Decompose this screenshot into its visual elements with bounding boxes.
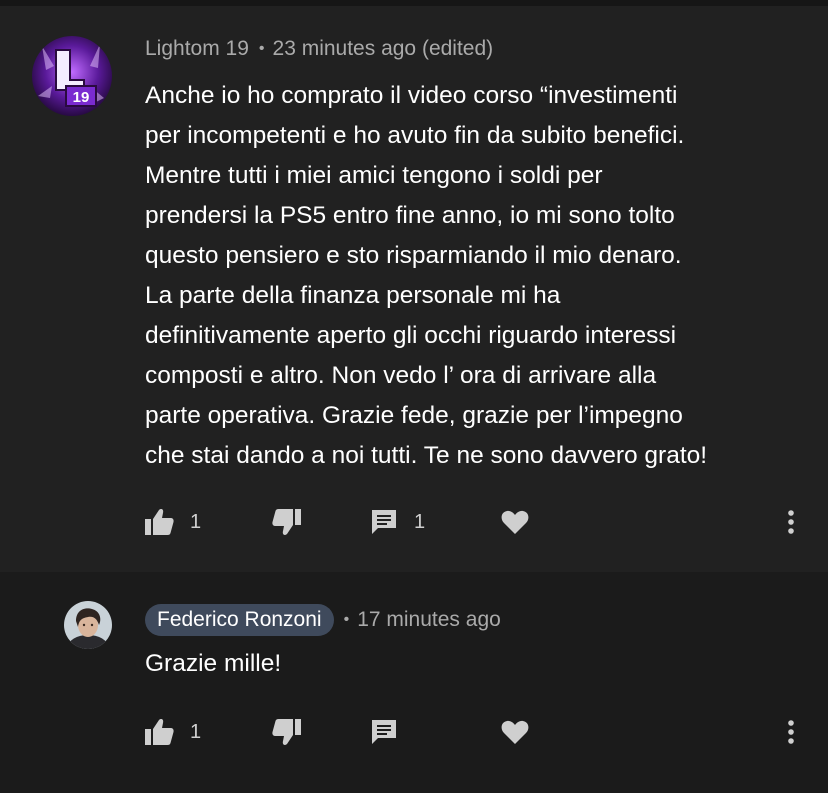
like-count: 1 xyxy=(190,510,202,533)
dislike-button[interactable] xyxy=(272,712,302,752)
comment-meta: Federico Ronzoni • 17 minutes ago xyxy=(145,604,501,636)
like-count: 1 xyxy=(190,720,202,743)
heart-button[interactable] xyxy=(501,502,529,542)
purple-logo-avatar-icon: 19 xyxy=(32,36,112,116)
comment-actions: 1 1 xyxy=(0,502,828,542)
heart-icon xyxy=(501,510,529,534)
comment-thread: 19 Lightom 19 • 23 minutes ago (edited) … xyxy=(0,6,828,572)
heart-icon xyxy=(501,720,529,744)
more-options-button[interactable] xyxy=(784,712,798,752)
comment-text: Anche io ho comprato il video corso “inv… xyxy=(145,82,708,469)
heart-button[interactable] xyxy=(501,712,529,752)
more-vertical-icon xyxy=(788,510,794,534)
dislike-button[interactable] xyxy=(272,502,302,542)
more-vertical-icon xyxy=(788,720,794,744)
more-options-button[interactable] xyxy=(784,502,798,542)
comment-actions: 1 xyxy=(0,712,828,752)
comment-icon xyxy=(372,510,396,534)
author-name[interactable]: Lightom 19 xyxy=(145,37,249,61)
reply-comment: Federico Ronzoni • 17 minutes ago Grazie… xyxy=(0,572,828,793)
meta-separator: • xyxy=(258,40,265,57)
reply-button[interactable] xyxy=(370,712,398,752)
thumbs-down-icon xyxy=(272,509,301,535)
person-photo-avatar-icon xyxy=(64,601,112,649)
comment-meta: Lightom 19 • 23 minutes ago (edited) xyxy=(145,37,493,61)
avatar[interactable]: 19 xyxy=(32,36,112,116)
comment-timestamp[interactable]: 17 minutes ago xyxy=(357,608,501,632)
comment-text: Grazie mille! xyxy=(145,650,282,677)
channel-owner-badge[interactable]: Federico Ronzoni xyxy=(145,604,334,636)
comment-icon xyxy=(372,720,396,744)
meta-separator: • xyxy=(343,611,350,628)
reply-count: 1 xyxy=(414,510,426,533)
avatar[interactable] xyxy=(64,601,112,649)
thumbs-up-icon xyxy=(145,509,174,535)
thumbs-up-icon xyxy=(145,719,174,745)
comment-timestamp[interactable]: 23 minutes ago (edited) xyxy=(273,37,494,61)
reply-button[interactable]: 1 xyxy=(370,502,425,542)
thumbs-down-icon xyxy=(272,719,301,745)
svg-text:19: 19 xyxy=(73,89,90,106)
like-button[interactable]: 1 xyxy=(144,712,201,752)
like-button[interactable]: 1 xyxy=(144,502,201,542)
